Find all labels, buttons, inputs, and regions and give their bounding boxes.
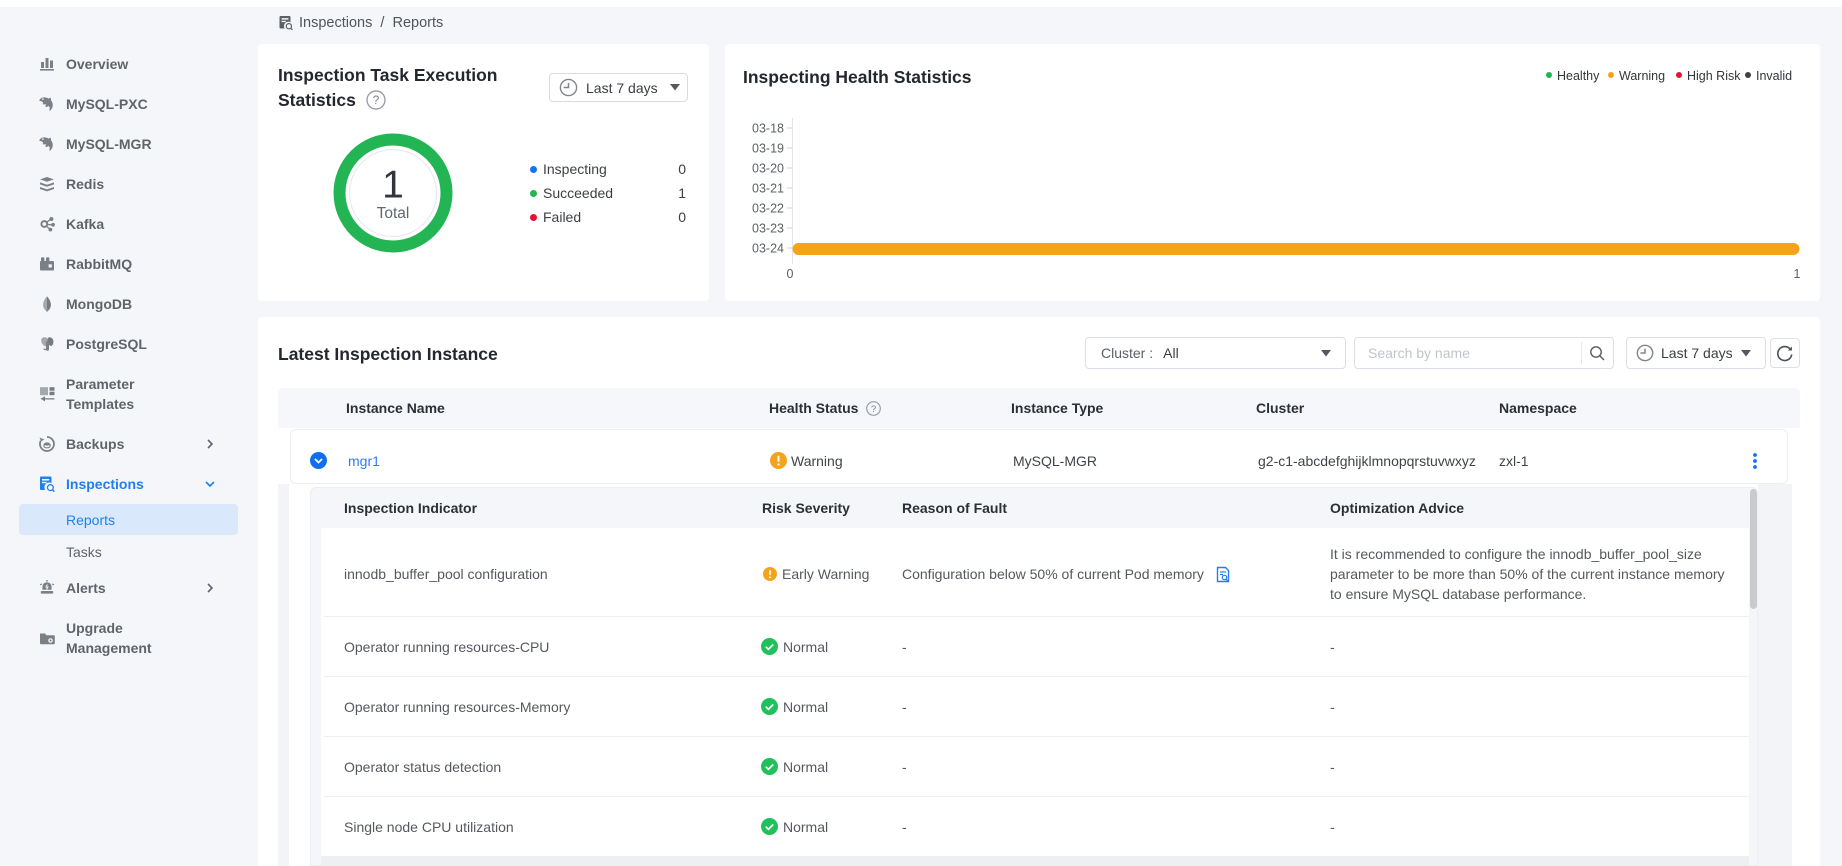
svg-text:0: 0: [787, 267, 794, 281]
svg-text:03-24: 03-24: [752, 242, 784, 256]
svg-text:1: 1: [382, 164, 404, 207]
svg-text:03-22: 03-22: [752, 202, 784, 216]
svg-text:?: ?: [372, 93, 379, 107]
svg-text:03-18: 03-18: [752, 122, 784, 136]
svg-text:Total: Total: [377, 205, 410, 222]
svg-text:03-20: 03-20: [752, 162, 784, 176]
svg-text:03-19: 03-19: [752, 142, 784, 156]
svg-text:1: 1: [1794, 267, 1801, 281]
svg-text:03-21: 03-21: [752, 182, 784, 196]
svg-text:03-23: 03-23: [752, 222, 784, 236]
svg-text:?: ?: [871, 404, 876, 415]
